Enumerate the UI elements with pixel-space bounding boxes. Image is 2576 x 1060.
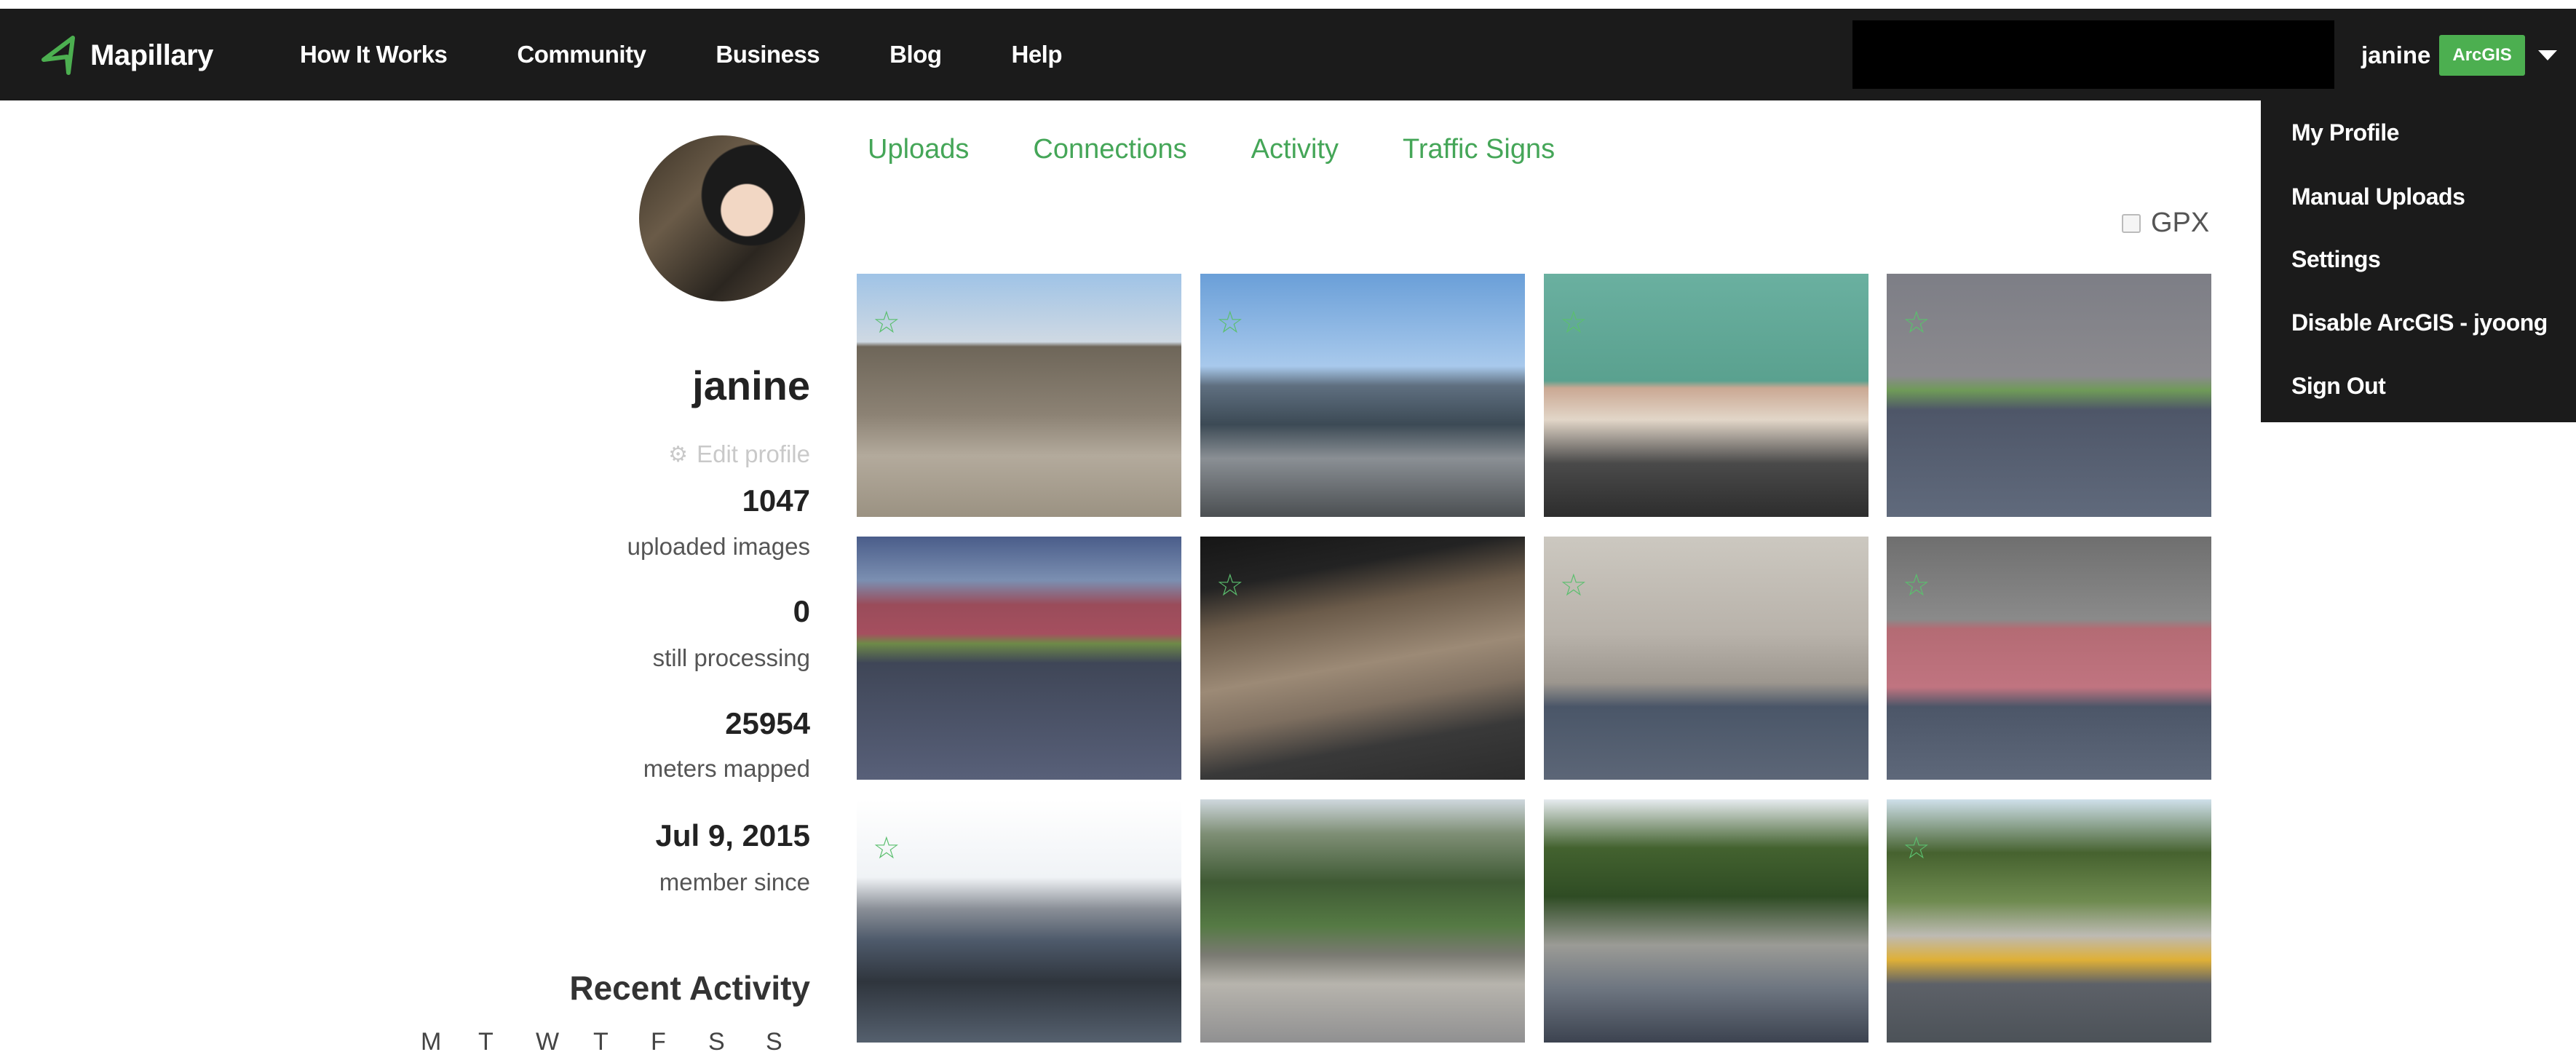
tab-connections[interactable]: Connections — [1033, 134, 1186, 165]
recent-activity-title: Recent Activity — [569, 969, 810, 1007]
upload-thumbnail[interactable]: ☆ — [1887, 274, 2211, 517]
search-box[interactable] — [1852, 20, 2334, 89]
star-icon[interactable]: ☆ — [1903, 569, 1936, 602]
profile-tabs: Uploads Connections Activity Traffic Sig… — [868, 134, 1619, 165]
star-icon[interactable]: ☆ — [873, 831, 906, 865]
nav-business[interactable]: Business — [716, 41, 820, 68]
nav-help[interactable]: Help — [1011, 41, 1062, 68]
menu-sign-out[interactable]: Sign Out — [2291, 373, 2386, 400]
upload-thumbnail[interactable]: ☆ — [1200, 274, 1525, 517]
stat-uploaded-label: uploaded images — [627, 533, 810, 560]
cog-icon: ⚙ — [668, 442, 689, 467]
gpx-label: GPX — [2151, 207, 2210, 238]
weekday-label: S — [708, 1028, 725, 1056]
tab-activity[interactable]: Activity — [1251, 134, 1339, 165]
tab-traffic-signs[interactable]: Traffic Signs — [1403, 134, 1555, 165]
upload-thumbnail[interactable]: ☆ — [1544, 537, 1868, 780]
weekday-label: W — [536, 1028, 560, 1056]
edit-profile-label: Edit profile — [697, 440, 810, 467]
edit-profile-link[interactable]: ⚙ Edit profile — [668, 440, 810, 468]
mapillary-logo-icon — [41, 36, 75, 75]
upload-thumbnail[interactable]: ☆ — [1887, 537, 2211, 780]
stat-uploaded-value: 1047 — [742, 483, 810, 518]
weekday-label: T — [478, 1028, 494, 1056]
gpx-toggle[interactable]: GPX — [2122, 207, 2209, 239]
brand-name: Mapillary — [90, 39, 213, 71]
menu-manual-uploads[interactable]: Manual Uploads — [2291, 183, 2465, 210]
star-icon[interactable]: ☆ — [873, 306, 906, 339]
user-dropdown-menu: My Profile Manual Uploads Settings Disab… — [2261, 100, 2576, 422]
upload-thumbnail[interactable] — [857, 537, 1181, 780]
menu-my-profile[interactable]: My Profile — [2291, 119, 2399, 146]
upload-thumbnail[interactable] — [1200, 799, 1525, 1043]
upload-thumbnail[interactable]: ☆ — [1887, 799, 2211, 1043]
stat-processing-label: still processing — [652, 644, 810, 671]
star-icon[interactable]: ☆ — [1903, 831, 1936, 865]
weekday-label: F — [651, 1028, 666, 1056]
weekday-header: M T W T F S S — [421, 1028, 823, 1056]
weekday-label: T — [593, 1028, 609, 1056]
stat-meters-label: meters mapped — [643, 755, 810, 782]
brand[interactable]: Mapillary — [39, 35, 213, 76]
star-icon[interactable]: ☆ — [1216, 569, 1250, 602]
upload-thumbnail[interactable]: ☆ — [857, 274, 1181, 517]
weekday-label: S — [766, 1028, 782, 1056]
nav-blog[interactable]: Blog — [889, 41, 942, 68]
stat-member-since-label: member since — [659, 869, 810, 895]
star-icon[interactable]: ☆ — [1216, 306, 1250, 339]
chevron-down-icon — [2537, 50, 2557, 60]
gpx-checkbox[interactable] — [2122, 213, 2141, 233]
star-icon[interactable]: ☆ — [1560, 569, 1593, 602]
nav-username: janine — [2361, 41, 2431, 68]
arcgis-badge: ArcGIS — [2439, 35, 2525, 76]
stat-meters-value: 25954 — [725, 706, 810, 740]
avatar[interactable] — [639, 135, 805, 301]
main-nav: How It Works Community Business Blog Hel… — [300, 9, 1132, 100]
top-navbar: Mapillary How It Works Community Busines… — [0, 9, 2576, 100]
stat-member-since-value: Jul 9, 2015 — [655, 818, 810, 853]
user-menu-toggle[interactable]: janine ArcGIS — [2361, 35, 2557, 76]
upload-thumbnail[interactable] — [1544, 799, 1868, 1043]
star-icon[interactable]: ☆ — [1560, 306, 1593, 339]
upload-thumbnail[interactable]: ☆ — [857, 799, 1181, 1043]
upload-thumbnail[interactable]: ☆ — [1544, 274, 1868, 517]
stat-processing-value: 0 — [793, 594, 810, 628]
weekday-label: M — [421, 1028, 442, 1056]
menu-disable-arcgis[interactable]: Disable ArcGIS - jyoong — [2291, 309, 2548, 336]
star-icon[interactable]: ☆ — [1903, 306, 1936, 339]
profile-username: janine — [692, 363, 810, 408]
menu-settings[interactable]: Settings — [2291, 246, 2381, 273]
nav-community[interactable]: Community — [517, 41, 646, 68]
tab-uploads[interactable]: Uploads — [868, 134, 969, 165]
nav-how-it-works[interactable]: How It Works — [300, 41, 448, 68]
upload-thumbnail[interactable]: ☆ — [1200, 537, 1525, 780]
